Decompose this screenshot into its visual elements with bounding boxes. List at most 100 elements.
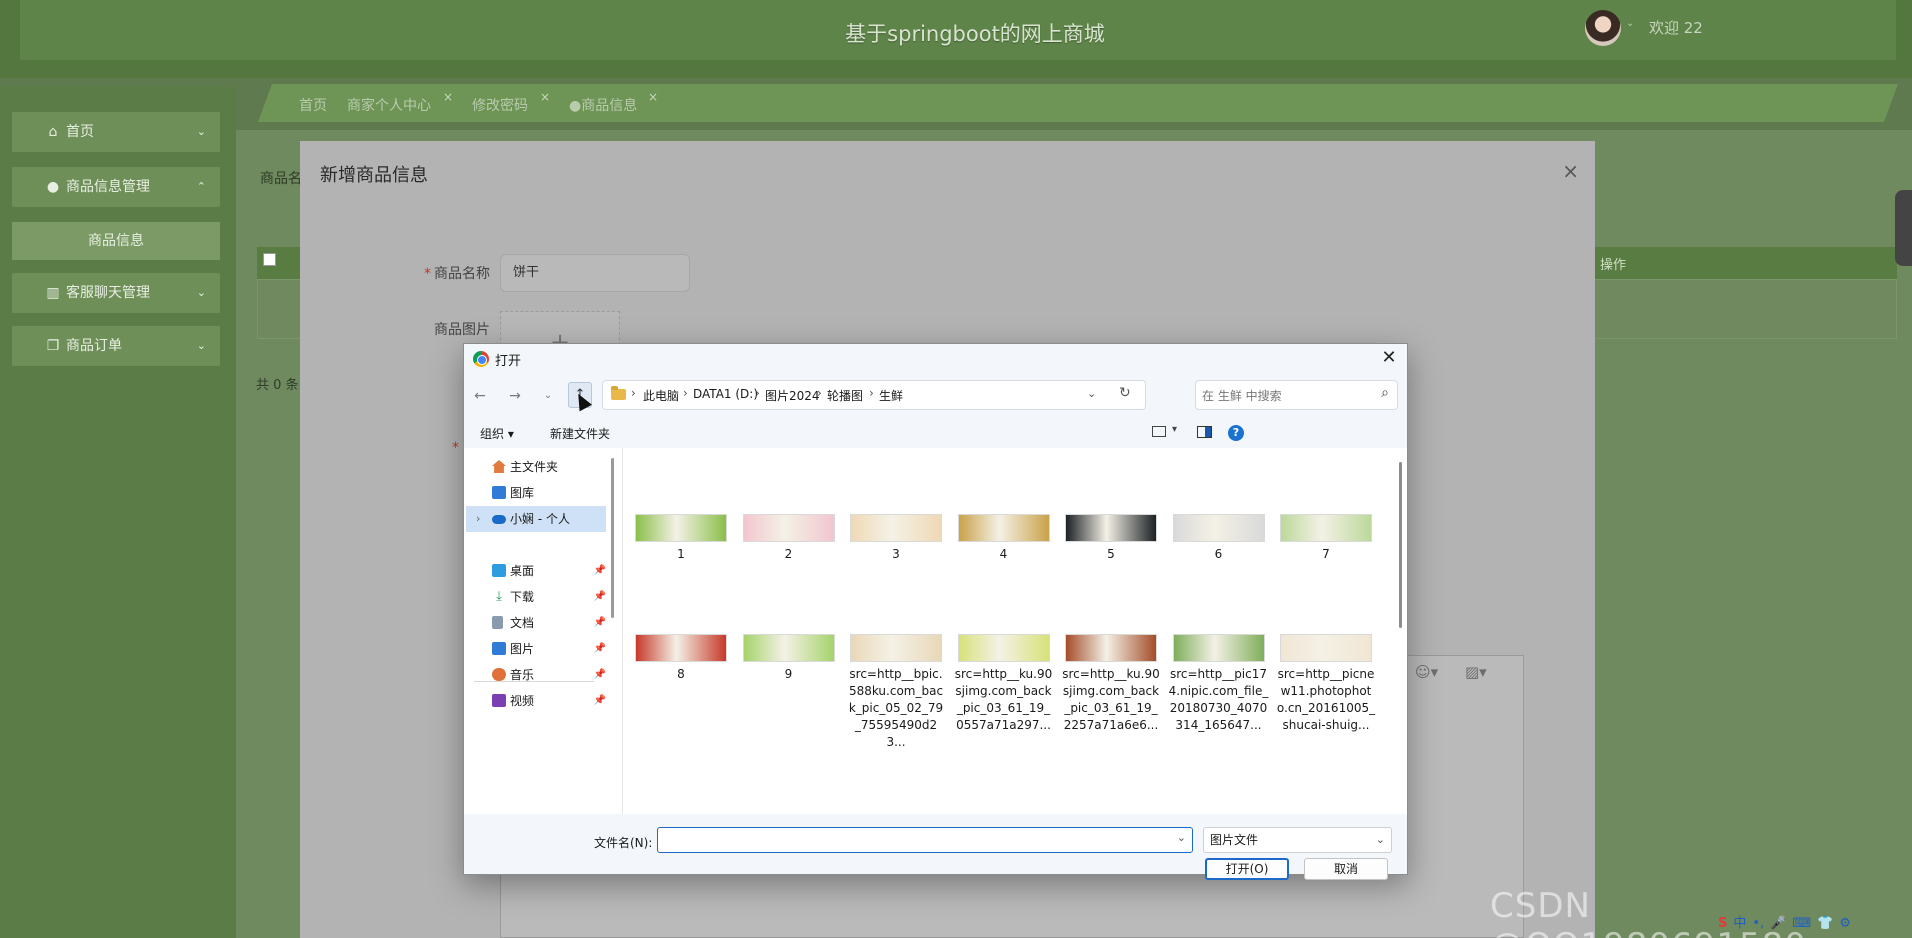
pin-icon[interactable]: 📌 bbox=[594, 610, 606, 636]
chevron-down-icon[interactable]: ⌄ bbox=[1626, 18, 1634, 29]
pin-icon[interactable]: 📌 bbox=[594, 558, 606, 584]
refresh-icon[interactable]: ↻ bbox=[1119, 385, 1131, 401]
sidebar-item-chat-management[interactable]: ▥ 客服聊天管理 ⌄ bbox=[12, 273, 220, 313]
scrollbar[interactable] bbox=[1399, 462, 1402, 628]
chevron-right-icon: › bbox=[683, 386, 688, 400]
file-item[interactable]: src=http__pic174.nipic.com_file_20180730… bbox=[1169, 634, 1269, 734]
filename-input[interactable] bbox=[662, 831, 1162, 849]
tab-change-password[interactable]: 修改密码 bbox=[472, 95, 528, 115]
file-item[interactable]: 9 bbox=[739, 634, 839, 683]
address-bar[interactable]: › 此电脑 › DATA1 (D:) › 图片2024 › 轮播图 › 生鲜 ⌄… bbox=[602, 380, 1146, 410]
nav-item-documents[interactable]: 文档 📌 bbox=[466, 610, 606, 636]
user-avatar[interactable] bbox=[1585, 10, 1621, 46]
pin-icon[interactable]: 📌 bbox=[594, 584, 606, 610]
chevron-down-icon[interactable]: ▾ bbox=[1172, 424, 1177, 435]
tab-product-info[interactable]: ●商品信息 bbox=[569, 95, 637, 115]
chevron-right-icon[interactable]: › bbox=[476, 506, 480, 532]
scrollbar[interactable] bbox=[611, 458, 614, 618]
preview-pane-icon[interactable] bbox=[1197, 426, 1212, 438]
copy-icon: ❐ bbox=[46, 338, 60, 354]
skin-icon[interactable]: 👕 bbox=[1817, 916, 1833, 931]
file-item[interactable]: 2 bbox=[739, 514, 839, 563]
nav-item-pictures[interactable]: 图片 📌 bbox=[466, 636, 606, 662]
nav-item-gallery[interactable]: 图库 bbox=[466, 480, 606, 506]
view-mode-icon[interactable] bbox=[1152, 426, 1166, 437]
new-folder-button[interactable]: 新建文件夹 bbox=[550, 425, 610, 442]
organize-button[interactable]: 组织 ▾ bbox=[480, 425, 514, 442]
file-item[interactable]: src=http__picnew11.photophoto.cn_2016100… bbox=[1276, 634, 1376, 734]
search-box[interactable]: ⌕ bbox=[1195, 380, 1398, 410]
pictures-icon bbox=[492, 642, 506, 655]
file-item[interactable]: src=http__ku.90sjimg.com_back_pic_03_61_… bbox=[954, 634, 1054, 734]
file-item[interactable]: 5 bbox=[1061, 514, 1161, 563]
file-item[interactable]: src=http__bpic.588ku.com_back_pic_05_02_… bbox=[846, 634, 946, 751]
back-arrow-icon[interactable]: ← bbox=[469, 386, 491, 406]
nav-item-label: 图片 bbox=[510, 642, 535, 656]
nav-item-home-folder[interactable]: 主文件夹 bbox=[466, 454, 606, 480]
nav-item-desktop[interactable]: 桌面 📌 bbox=[466, 558, 606, 584]
pin-icon[interactable]: 📌 bbox=[594, 662, 606, 688]
filename-field[interactable]: ⌄ bbox=[657, 827, 1193, 853]
tab-home[interactable]: 首页 bbox=[299, 95, 327, 115]
nav-item-label: 桌面 bbox=[510, 564, 535, 578]
sidebar-item-orders[interactable]: ❐ 商品订单 ⌄ bbox=[12, 326, 220, 366]
file-name: src=http__bpic.588ku.com_back_pic_05_02_… bbox=[848, 667, 944, 749]
file-name: src=http__ku.90sjimg.com_back_pic_03_61_… bbox=[954, 667, 1053, 732]
sogou-icon[interactable]: S bbox=[1718, 916, 1727, 931]
file-item[interactable]: 3 bbox=[846, 514, 946, 563]
forward-arrow-icon[interactable]: → bbox=[504, 386, 526, 406]
chevron-down-icon: ⌄ bbox=[196, 339, 206, 352]
breadcrumb-item[interactable]: DATA1 (D:) bbox=[693, 387, 758, 401]
image-icon[interactable]: ▨▾ bbox=[1465, 663, 1487, 681]
nav-item-videos[interactable]: 视频 📌 bbox=[466, 688, 606, 714]
file-name: 4 bbox=[999, 547, 1008, 561]
tab-merchant-center[interactable]: 商家个人中心 bbox=[347, 95, 431, 115]
thumbnail-image bbox=[957, 634, 1050, 662]
file-item[interactable]: 6 bbox=[1169, 514, 1269, 563]
close-icon[interactable]: × bbox=[1562, 159, 1579, 183]
select-all-checkbox[interactable] bbox=[263, 253, 276, 266]
file-item[interactable]: 1 bbox=[631, 514, 731, 563]
sidebar-subitem-product-info[interactable]: 商品信息 bbox=[12, 222, 220, 260]
punctuation-icon[interactable]: •, bbox=[1752, 916, 1764, 931]
file-item[interactable]: src=http__ku.90sjimg.com_back_pic_03_61_… bbox=[1061, 634, 1161, 734]
recent-locations-chevron-icon[interactable]: ⌄ bbox=[537, 386, 559, 406]
help-icon[interactable]: ? bbox=[1228, 425, 1244, 441]
pin-icon[interactable]: 📌 bbox=[594, 636, 606, 662]
file-name: 1 bbox=[677, 547, 685, 561]
file-item[interactable]: 8 bbox=[631, 634, 731, 683]
breadcrumb-item[interactable]: 图片2024 bbox=[765, 387, 820, 404]
search-input[interactable] bbox=[1202, 387, 1367, 405]
breadcrumb-item[interactable]: 此电脑 bbox=[643, 387, 679, 404]
close-icon[interactable]: × bbox=[540, 90, 550, 104]
settings-icon[interactable]: ⚙ bbox=[1839, 916, 1851, 931]
microphone-icon[interactable]: 🎤 bbox=[1770, 916, 1786, 931]
file-item[interactable]: 4 bbox=[954, 514, 1054, 563]
thumbnail-image bbox=[850, 514, 942, 542]
emoji-icon[interactable]: ☺▾ bbox=[1415, 663, 1438, 681]
cancel-button[interactable]: 取消 bbox=[1304, 858, 1388, 880]
breadcrumb-item[interactable]: 轮播图 bbox=[827, 387, 863, 404]
file-name: 2 bbox=[784, 547, 793, 561]
nav-item-label: 文档 bbox=[510, 616, 535, 630]
pin-icon[interactable]: 📌 bbox=[594, 688, 606, 714]
close-icon[interactable]: × bbox=[648, 90, 658, 104]
side-handle[interactable] bbox=[1895, 190, 1912, 266]
breadcrumb-item[interactable]: 生鲜 bbox=[879, 387, 903, 404]
open-button[interactable]: 打开(O) bbox=[1205, 858, 1289, 880]
close-icon[interactable]: × bbox=[443, 90, 453, 104]
nav-item-downloads[interactable]: ⤓ 下载 📌 bbox=[466, 584, 606, 610]
filetype-select[interactable]: 图片文件 ⌄ bbox=[1203, 827, 1392, 853]
product-name-input[interactable]: 饼干 bbox=[500, 254, 690, 292]
file-item[interactable]: 7 bbox=[1276, 514, 1376, 563]
sidebar-item-product-management[interactable]: ● 商品信息管理 ⌃ bbox=[12, 167, 220, 207]
chevron-down-icon[interactable]: ⌄ bbox=[1087, 387, 1096, 400]
ime-mode[interactable]: 中 bbox=[1733, 916, 1746, 931]
file-name: 8 bbox=[677, 667, 685, 681]
keyboard-icon[interactable]: ⌨ bbox=[1792, 916, 1811, 931]
sidebar-item-home[interactable]: ⌂ 首页 ⌄ bbox=[12, 112, 220, 152]
nav-item-onedrive[interactable]: › 小娴 - 个人 bbox=[466, 506, 606, 532]
close-icon[interactable]: ✕ bbox=[1377, 346, 1401, 370]
chevron-down-icon[interactable]: ⌄ bbox=[1177, 831, 1186, 844]
nav-item-music[interactable]: 音乐 📌 bbox=[466, 662, 606, 688]
